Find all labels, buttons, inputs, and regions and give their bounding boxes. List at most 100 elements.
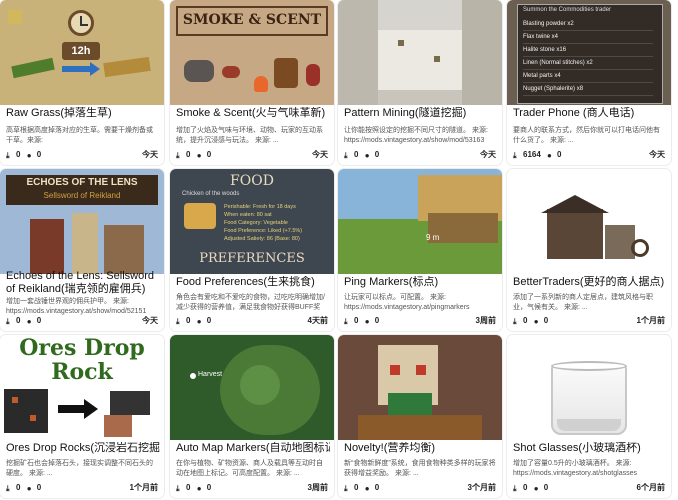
download-icon: ⤓: [513, 317, 517, 326]
mod-description: 增加了容量0.5升的小玻璃酒杯。 来源: https://mods.vintag…: [513, 460, 637, 477]
trade-item: Linen (Normal stitches) x2: [523, 57, 653, 70]
mod-description: 新“食物新鲜度”系统，食用食物种类多样的玩家将获得增益奖励。 来源: ...: [344, 460, 496, 477]
mod-card-smoke-scent[interactable]: SMOKE & SCENT Smoke & Scent(火与气味革新) 增加了火…: [170, 0, 334, 165]
mod-title[interactable]: Smoke & Scent(火与气味革新): [176, 107, 330, 120]
mod-thumbnail: SMOKE & SCENT: [170, 0, 334, 105]
mod-title[interactable]: Food Preferences(生来挑食): [176, 276, 330, 289]
comment-icon: ●: [196, 317, 202, 326]
download-icon: ⤓: [6, 484, 10, 493]
mod-thumbnail: ECHOES OF THE LENS Sellsword of Reikland: [0, 169, 164, 274]
mod-stats: ⤓ 0 ● 0 3个月前: [344, 483, 496, 493]
mod-title[interactable]: Ores Drop Rocks(沉浸岩石挖掘): [6, 442, 160, 455]
mod-card-novelty[interactable]: Novelty!(营养均衡) 新“食物新鲜度”系统，食用食物种类多样的玩家将获得…: [338, 335, 502, 498]
mod-stats: ⤓ 0 ● 0 1个月前: [6, 483, 158, 493]
mod-card-food-preferences[interactable]: FOOD Chicken of the woods Perishable: Fr…: [170, 169, 334, 331]
mod-description: 角色会有爱吃和不爱吃的食物，过吃吃明确增加/减少获得的营养值，满足我食物好获得B…: [176, 294, 325, 311]
mod-age: 3周前: [307, 483, 328, 492]
mod-age: 今天: [142, 150, 158, 159]
food-stat-line: Adjusted Satiety: 86 (Base: 80): [224, 236, 300, 242]
mod-title[interactable]: Echoes of the Lens: Sellsword of Reiklan…: [6, 270, 160, 296]
mod-title[interactable]: Auto Map Markers(自动地图标记): [176, 442, 330, 455]
download-icon: ⤓: [176, 484, 180, 493]
mod-stats: ⤓ 0 ● 0 3周前: [344, 316, 496, 326]
mod-age: 3周前: [475, 316, 496, 325]
comment-icon: ●: [533, 484, 539, 493]
mod-thumbnail: FOOD Chicken of the woods Perishable: Fr…: [170, 169, 334, 274]
mod-card-auto-map-markers[interactable]: Harvest Auto Map Markers(自动地图标记) 在你与植物、矿…: [170, 335, 334, 498]
mod-thumbnail: [507, 335, 671, 440]
thumb-title: SMOKE & SCENT: [182, 12, 322, 28]
food-stat-line: Perishable: Fresh for 18 days: [224, 204, 296, 210]
comment-icon: ●: [26, 151, 32, 160]
mod-card-bettertraders[interactable]: BetterTraders(更好的商人据点) 添加了一系列新的商人定居点，建筑风…: [507, 169, 671, 331]
mod-stats: ⤓ 0 ● 0 4天前: [176, 316, 328, 326]
download-icon: ⤓: [6, 151, 10, 160]
comment-icon: ●: [26, 317, 32, 326]
mod-stats: ⤓ 0 ● 0 今天: [6, 316, 158, 326]
download-icon: ⤓: [513, 151, 517, 160]
mod-stats: ⤓ 0 ● 0 今天: [344, 150, 496, 160]
mod-title[interactable]: BetterTraders(更好的商人据点): [513, 276, 667, 289]
mod-description: 要商人的联系方式，然后你就可以打电话问他有什么货了。 来源: ...: [513, 127, 660, 144]
comment-icon: ●: [364, 151, 370, 160]
trade-item: Metal parts x4: [523, 70, 653, 83]
mod-title[interactable]: Ping Markers(标点): [344, 276, 498, 289]
mod-card-raw-grass[interactable]: 12h Raw Grass(掉落生草) 高草根据高度掉落对应的生草。需要干燥剂备…: [0, 0, 164, 165]
download-icon: ⤓: [513, 484, 517, 493]
mod-description: 让你能按照设定的挖掘不同尺寸的隧道。 来源: https://mods.vint…: [344, 127, 488, 144]
mod-card-ores-drop-rocks[interactable]: Ores Drop Rock Ores Drop Rocks(沉浸岩石挖掘) 挖…: [0, 335, 164, 498]
mod-title[interactable]: Raw Grass(掉落生草): [6, 107, 160, 120]
mod-description: 高草根据高度掉落对应的生草。需要干燥剂备或干草。来源: https://mods…: [6, 127, 153, 144]
mod-title[interactable]: Pattern Mining(隧道挖掘): [344, 107, 498, 120]
mod-description: 添加了一系列新的商人定居点，建筑风格与职业，气候有关。 来源: ...: [513, 294, 653, 311]
mod-thumbnail: Ores Drop Rock: [0, 335, 164, 440]
mod-thumbnail: [338, 0, 502, 105]
mod-description: 挖掘矿石也会掉落石头，接现实调整不同石头的硬度。 来源: ...: [6, 460, 153, 477]
comment-icon: ●: [196, 151, 202, 160]
mod-thumbnail: [338, 335, 502, 440]
comment-icon: ●: [533, 317, 539, 326]
mod-grid: 12h Raw Grass(掉落生草) 高草根据高度掉落对应的生草。需要干燥剂备…: [0, 0, 678, 500]
ping-marker: 9 m: [426, 233, 440, 242]
mod-age: 1个月前: [636, 316, 665, 325]
trade-item: Blasting powder x2: [523, 18, 653, 31]
mod-card-echoes-of-the-lens[interactable]: ECHOES OF THE LENS Sellsword of Reikland…: [0, 169, 164, 331]
trade-item: Halite stone x16: [523, 44, 653, 57]
mod-stats: ⤓ 0 ● 0 3周前: [176, 483, 328, 493]
comment-icon: ●: [364, 317, 370, 326]
mod-age: 今天: [312, 150, 328, 159]
mod-age: 4天前: [307, 316, 328, 325]
mod-thumbnail: Summon the Commodities trader Blasting p…: [507, 0, 671, 105]
mod-card-shot-glasses[interactable]: Shot Glasses(小玻璃酒杯) 增加了容量0.5升的小玻璃酒杯。 来源:…: [507, 335, 671, 498]
mod-card-trader-phone[interactable]: Summon the Commodities trader Blasting p…: [507, 0, 671, 165]
download-icon: ⤓: [176, 317, 180, 326]
mod-title[interactable]: Novelty!(营养均衡): [344, 442, 498, 455]
mod-title[interactable]: Shot Glasses(小玻璃酒杯): [513, 442, 667, 455]
mod-age: 1个月前: [129, 483, 158, 492]
mod-title[interactable]: Trader Phone (商人电话): [513, 107, 667, 120]
comment-icon: ●: [547, 151, 552, 160]
trade-item: Nugget (Sphalerite) x8: [523, 83, 653, 96]
thumb-label: 12h: [62, 42, 100, 60]
mod-stats: ⤓ 0 ● 0 1个月前: [513, 316, 665, 326]
food-stat-line: Food Preference: Liked (+7.5%): [224, 228, 303, 234]
mod-age: 3个月前: [467, 483, 496, 492]
mod-age: 今天: [142, 316, 158, 325]
mod-description: 在你与植物、矿物资源、商人及载具等互动时自动在地图上标记。可高度配置。 来源: …: [176, 460, 323, 477]
download-icon: ⤓: [6, 317, 10, 326]
mod-card-ping-markers[interactable]: 9 m Ping Markers(标点) 让玩家可以标点。可配置。 来源: ht…: [338, 169, 502, 331]
mod-card-pattern-mining[interactable]: Pattern Mining(隧道挖掘) 让你能按照设定的挖掘不同尺寸的隧道。 …: [338, 0, 502, 165]
comment-icon: ●: [196, 484, 202, 493]
mod-age: 今天: [649, 150, 665, 159]
food-stat-line: Food Category: Vegetable: [224, 220, 288, 226]
trade-list: Blasting powder x2 Flax twine x4 Halite st…: [523, 18, 653, 96]
mod-stats: ⤓ 6164 ● 0 今天: [513, 150, 665, 160]
map-marker-label: Harvest: [198, 371, 223, 378]
mod-stats: ⤓ 0 ● 0 今天: [6, 150, 158, 160]
download-icon: ⤓: [176, 151, 180, 160]
comment-icon: ●: [26, 484, 32, 493]
mod-thumbnail: Harvest: [170, 335, 334, 440]
food-stat-line: When eaten: 80 sat: [224, 212, 272, 218]
download-icon: ⤓: [344, 151, 348, 160]
trade-item: Flax twine x4: [523, 31, 653, 44]
